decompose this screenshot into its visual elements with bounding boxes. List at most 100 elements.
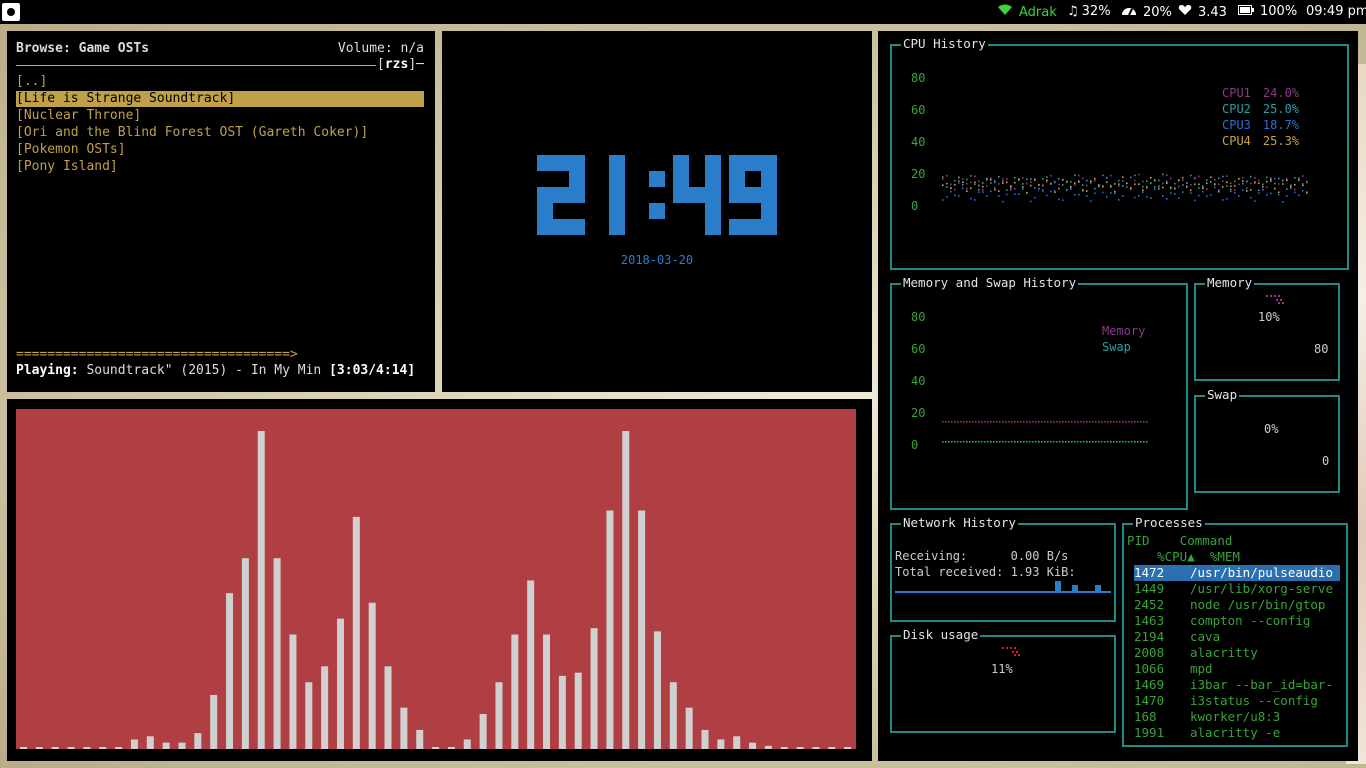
mode-tag: [rzs]─ — [377, 57, 424, 72]
cpu-history-point — [1302, 189, 1304, 192]
process-row[interactable]: 2008 alacritty — [1134, 645, 1258, 661]
clock-digit-pixel — [569, 171, 585, 187]
process-row[interactable]: 1470 i3status --config — [1134, 693, 1318, 709]
process-row[interactable]: 1991 alacritty -e — [1134, 725, 1280, 741]
clock-time[interactable]: 09:49 pm — [1306, 4, 1366, 19]
wifi-status[interactable]: Adrak — [997, 4, 1057, 20]
swap-history-point — [1002, 441, 1004, 443]
cpu-history-point — [974, 181, 976, 184]
cpu-history-point — [1190, 192, 1192, 194]
cpu-history-point — [1154, 188, 1156, 190]
cpu-history-point — [1274, 187, 1276, 190]
col-command[interactable]: Command — [1180, 533, 1233, 548]
cpu-history-point — [1026, 182, 1028, 185]
browser-list-item[interactable]: [Pony Island] — [16, 159, 424, 175]
browser-list-item[interactable]: [Life is Strange Soundtrack] — [16, 91, 424, 107]
memory-history-point — [1128, 421, 1130, 423]
cpu-history-point — [950, 190, 952, 193]
memory-history-point — [1110, 421, 1112, 423]
cpu-history-point — [1166, 180, 1168, 183]
load-status[interactable]: 3.43 — [1178, 4, 1227, 20]
cpu-history-point — [1010, 185, 1012, 188]
memory-history-point — [975, 421, 977, 423]
cpu-history-point — [1198, 175, 1200, 178]
browser-list-item[interactable]: [Ori and the Blind Forest OST (Gareth Co… — [16, 125, 424, 141]
memory-history-point — [1020, 421, 1022, 423]
cpu-history-point — [1010, 187, 1012, 189]
logo-icon[interactable] — [2, 3, 20, 21]
process-row[interactable]: 1472/usr/bin/pulseaudio — [1134, 565, 1340, 581]
memory-history-point — [1107, 421, 1109, 423]
cpu-history-point — [1218, 189, 1220, 191]
process-row[interactable]: 2194 cava — [1134, 629, 1220, 645]
cpu-status[interactable]: 20% — [1121, 4, 1172, 20]
browser-list-item[interactable]: [Pokemon OSTs] — [16, 142, 424, 158]
browser-list-item[interactable]: [Nuclear Throne] — [16, 108, 424, 124]
clock-digit-pixel — [569, 187, 585, 203]
cpu-history-point — [1174, 182, 1176, 185]
cpu-history-point — [1094, 187, 1096, 190]
cpu-history-point — [1026, 178, 1028, 181]
cpu-history-point — [1246, 190, 1248, 192]
mem-ytick: 60 — [911, 342, 926, 356]
progress-bar[interactable]: ===================================> — [16, 347, 298, 362]
browser-list-item[interactable]: [..] — [16, 74, 424, 90]
swap-history-point — [942, 441, 944, 443]
cpu-history-point — [1218, 190, 1220, 193]
cpu-history-point — [1074, 184, 1076, 186]
cpu-history-point — [1210, 194, 1212, 196]
process-command: /usr/bin/pulseaudio — [1190, 565, 1333, 580]
cpu-history-point — [1058, 183, 1060, 186]
cpu-history-point — [1090, 200, 1092, 202]
swap-history-point — [960, 441, 962, 443]
memory-history-point — [1083, 421, 1085, 423]
col-mem[interactable]: %MEM — [1210, 549, 1240, 564]
visualizer-bar — [717, 739, 725, 749]
cpu-history-point — [1062, 184, 1064, 186]
process-command: cava — [1190, 629, 1221, 644]
col-cpu[interactable]: %CPU▲ — [1157, 549, 1195, 564]
cpu-history-point — [1194, 183, 1196, 186]
process-row[interactable]: 1066 mpd — [1134, 661, 1213, 677]
process-row[interactable]: 2452 node /usr/bin/gtop — [1134, 597, 1325, 613]
memory-history-point — [966, 421, 968, 423]
visualizer-bar — [321, 666, 329, 749]
cpu-history-point — [982, 182, 984, 184]
memory-history-point — [1086, 421, 1088, 423]
cpu-history-point — [1258, 192, 1260, 194]
cpu-history-point — [1102, 185, 1104, 188]
cpu-legend-entry: CPU4 25.3% — [1222, 134, 1299, 148]
cpu-history-point — [1126, 182, 1128, 185]
now-playing-title: Soundtrack" (2015) - In My Min — [86, 363, 322, 378]
now-playing-label: Playing: — [16, 363, 79, 378]
cpu-history-point — [1150, 197, 1152, 199]
process-pid: 1463 — [1134, 613, 1165, 628]
cpu-history-point — [1002, 177, 1004, 180]
col-pid[interactable]: PID — [1127, 533, 1150, 548]
cpu-history-point — [1222, 180, 1224, 182]
clock-digit-pixel — [609, 203, 625, 219]
cpu-legend-value: 25.0% — [1262, 102, 1300, 116]
process-row[interactable]: 1469 i3bar --bar_id=bar- — [1134, 677, 1333, 693]
process-pid: 1449 — [1134, 581, 1165, 596]
mem-ytick: 0 — [911, 438, 919, 452]
battery-status[interactable]: 100% — [1238, 4, 1297, 19]
cpu-ytick: 80 — [911, 71, 926, 85]
memory-swap-history-title: Memory and Swap History — [901, 275, 1079, 290]
cpu-history-point — [1202, 187, 1204, 190]
cpu-history-point — [1202, 186, 1204, 188]
memory-history-point — [1071, 421, 1073, 423]
processes-subheader: %CPU▲ %MEM — [1127, 549, 1240, 565]
process-row[interactable]: 168 kworker/u8:3 — [1134, 709, 1280, 725]
process-row[interactable]: 1463 compton --config — [1134, 613, 1310, 629]
memory-history-point — [1125, 421, 1127, 423]
cpu-history-point — [1198, 187, 1200, 189]
cpu-history-point — [978, 189, 980, 191]
swap-history-point — [945, 441, 947, 443]
cpu-history-point — [942, 176, 944, 178]
volume-status[interactable]: ♫ 32% — [1067, 4, 1111, 19]
cpu-history-point — [1158, 186, 1160, 188]
cpu-history-point — [958, 182, 960, 184]
cpu-history-point — [1122, 176, 1124, 179]
process-row[interactable]: 1449/usr/lib/xorg-serve — [1134, 581, 1333, 597]
